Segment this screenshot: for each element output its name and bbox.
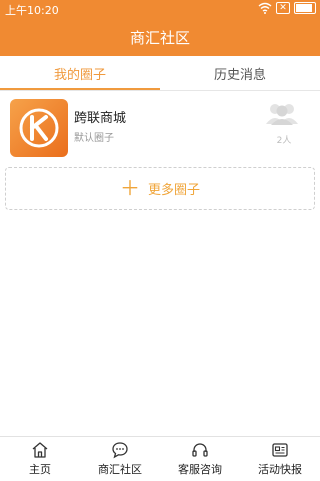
circle-logo-icon <box>10 99 68 157</box>
no-sim-icon: ✕ <box>276 2 290 14</box>
wifi-icon <box>258 2 272 14</box>
members-count: 2人 <box>276 136 292 146</box>
members-icon <box>266 104 298 125</box>
status-icons: ✕ <box>258 2 316 14</box>
nav-label: 商汇社区 <box>98 463 142 476</box>
bottom-nav: 主页 商汇社区 客服咨询 活动快报 <box>0 436 320 481</box>
nav-item-activity-news[interactable]: 活动快报 <box>240 437 320 481</box>
tab-history-messages[interactable]: 历史消息 <box>160 56 320 90</box>
tab-my-circles[interactable]: 我的圈子 <box>0 56 160 90</box>
nav-item-home[interactable]: 主页 <box>0 437 80 481</box>
nav-label: 客服咨询 <box>178 463 222 476</box>
page-title: 商汇社区 <box>129 28 190 47</box>
nav-label: 主页 <box>29 463 51 476</box>
more-circles-label: 更多圈子 <box>147 183 200 198</box>
app-bar: 商汇社区 <box>0 18 320 56</box>
battery-icon <box>294 2 316 14</box>
circle-name: 跨联商城 <box>74 111 127 126</box>
more-circles-button[interactable]: ＋ 更多圈子 <box>5 167 315 210</box>
status-time: 上午10:20 <box>5 4 59 17</box>
status-bar: 上午10:20 ✕ <box>0 0 320 18</box>
news-icon <box>272 443 288 457</box>
home-icon <box>32 442 48 458</box>
circle-subtitle: 默认圈子 <box>74 133 114 144</box>
nav-label: 活动快报 <box>258 463 302 476</box>
nav-item-community[interactable]: 商汇社区 <box>80 437 160 481</box>
chat-icon <box>112 442 128 459</box>
plus-icon: ＋ <box>119 175 140 200</box>
circle-list-item[interactable]: 跨联商城 默认圈子 2人 <box>0 91 320 157</box>
headset-icon <box>192 443 208 457</box>
tab-bar: 我的圈子 历史消息 <box>0 56 320 90</box>
nav-item-customer-service[interactable]: 客服咨询 <box>160 437 240 481</box>
